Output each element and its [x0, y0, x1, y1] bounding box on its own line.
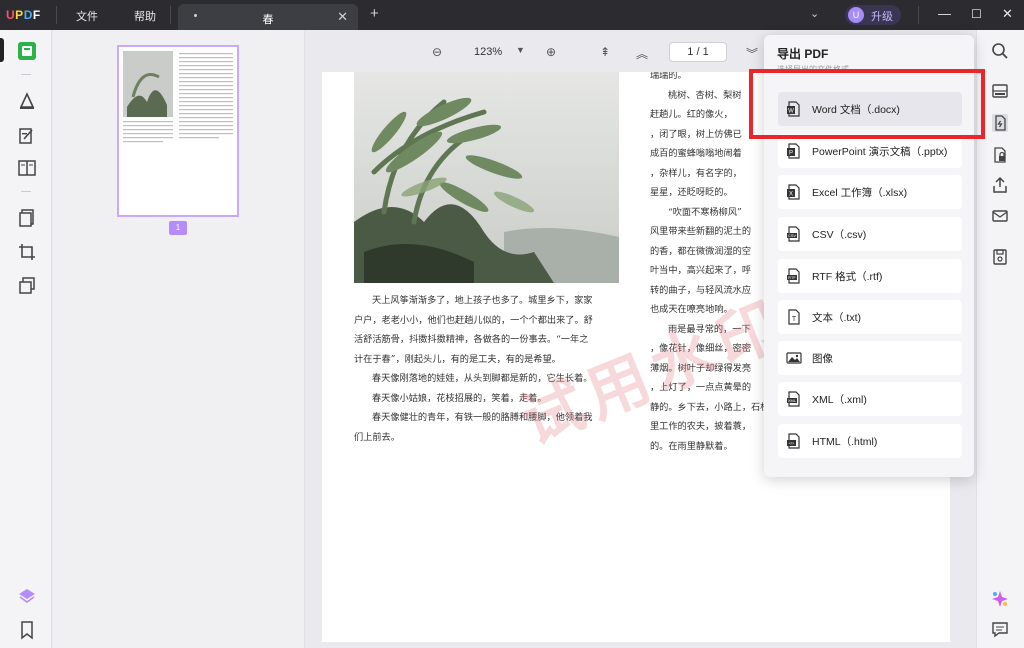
zoom-dropdown-icon[interactable]: ▼: [516, 45, 525, 55]
zoom-out-icon[interactable]: ⊖: [432, 45, 442, 59]
bookmark-icon[interactable]: [17, 620, 37, 640]
page-layout-icon[interactable]: [17, 158, 37, 178]
maximize-icon[interactable]: ☐: [971, 7, 982, 21]
batch-tool-icon[interactable]: [17, 276, 37, 296]
first-page-icon[interactable]: ⇞: [600, 45, 610, 59]
divider: [170, 6, 171, 24]
svg-text:T: T: [792, 316, 797, 323]
menu-help[interactable]: 帮助: [134, 8, 156, 24]
html-icon: </>: [787, 433, 800, 449]
avatar: U: [848, 7, 864, 23]
zoom-level[interactable]: 123%: [474, 46, 502, 58]
divider: [56, 6, 57, 24]
comment-tool-icon[interactable]: [17, 91, 37, 111]
minimize-icon[interactable]: —: [938, 6, 951, 21]
excel-icon: X: [787, 184, 800, 200]
tab-document[interactable]: 春 ✕: [178, 4, 358, 30]
export-option-rtf[interactable]: RTF RTF 格式（.rtf): [778, 259, 962, 293]
menu-file[interactable]: 文件: [76, 8, 98, 24]
export-option-csv[interactable]: CSV CSV（.csv): [778, 217, 962, 251]
close-tab-icon[interactable]: ✕: [337, 9, 348, 25]
popup-title: 导出 PDF: [777, 47, 829, 61]
ink-painting-image: [354, 72, 619, 283]
crop-page-icon[interactable]: [17, 242, 37, 262]
upgrade-button[interactable]: U 升级: [845, 5, 901, 25]
upgrade-label: 升级: [871, 11, 893, 23]
feedback-icon[interactable]: [991, 620, 1009, 638]
sidebar-toggle-handle[interactable]: [0, 38, 4, 62]
zoom-in-icon[interactable]: ⊕: [546, 45, 556, 59]
divider: [918, 6, 919, 24]
app-window: UPDF 文件 帮助 春 ✕ + ⌄ U 升级 — ☐ ✕ 1 ⊖ 123% ▼…: [0, 0, 1024, 648]
page-thumbnail[interactable]: [117, 45, 239, 217]
svg-text:XML: XML: [788, 398, 797, 403]
option-label: CSV（.csv): [812, 229, 867, 241]
protect-pdf-icon[interactable]: [991, 146, 1009, 164]
edit-pdf-icon[interactable]: [17, 126, 37, 146]
thumbnail-preview: [123, 51, 233, 143]
option-label: HTML（.html): [812, 436, 878, 448]
export-option-text[interactable]: T 文本（.txt): [778, 300, 962, 334]
share-icon[interactable]: [991, 176, 1009, 194]
image-icon: [786, 352, 802, 364]
thumbnail-panel: 1: [53, 30, 305, 648]
option-label: XML（.xml): [812, 394, 867, 406]
left-toolbar: [0, 30, 52, 648]
svg-text:CSV: CSV: [788, 233, 797, 238]
layers-icon[interactable]: [17, 586, 37, 606]
updf-logo[interactable]: UPDF: [6, 8, 41, 22]
text-file-icon: T: [788, 309, 800, 325]
export-option-html[interactable]: </> HTML（.html): [778, 424, 962, 458]
csv-icon: CSV: [787, 226, 800, 242]
export-option-xml[interactable]: XML XML（.xml): [778, 382, 962, 416]
svg-text:P: P: [789, 151, 793, 157]
title-bar: UPDF 文件 帮助 春 ✕ + ⌄ U 升级 — ☐ ✕: [0, 0, 1024, 30]
page-number-badge: 1: [169, 221, 187, 235]
ocr-icon[interactable]: [991, 82, 1009, 100]
svg-text:</>: </>: [789, 441, 795, 446]
export-pdf-icon[interactable]: [991, 114, 1009, 132]
search-icon[interactable]: [991, 42, 1009, 60]
option-label: 文本（.txt): [812, 312, 861, 324]
previous-page-icon[interactable]: ︽: [636, 45, 648, 62]
option-label: 图像: [812, 353, 833, 365]
save-icon[interactable]: [991, 248, 1009, 266]
export-option-excel[interactable]: X Excel 工作簿（.xlsx): [778, 175, 962, 209]
chevron-down-icon[interactable]: ⌄: [810, 7, 819, 20]
page-number-input[interactable]: 1 / 1: [669, 42, 727, 62]
reader-mode-icon[interactable]: [17, 41, 37, 61]
ai-assistant-icon[interactable]: [991, 590, 1009, 608]
rtf-icon: RTF: [787, 268, 800, 284]
new-tab-icon[interactable]: +: [370, 5, 379, 22]
email-icon[interactable]: [991, 207, 1009, 225]
option-label: RTF 格式（.rtf): [812, 271, 883, 283]
organize-pages-icon[interactable]: [17, 208, 37, 228]
divider: [21, 74, 31, 75]
close-window-icon[interactable]: ✕: [1002, 6, 1013, 22]
export-option-powerpoint[interactable]: P PowerPoint 演示文稿（.pptx): [778, 134, 962, 168]
text-line: 户户，老老小小，他们也赶趟儿似的，一个个都出来了。舒: [354, 314, 593, 326]
svg-text:RTF: RTF: [788, 275, 796, 280]
powerpoint-icon: P: [787, 143, 800, 159]
option-label: Excel 工作簿（.xlsx): [812, 187, 908, 199]
text-line: 天上风筝渐渐多了，地上孩子也多了。城里乡下，家家: [372, 295, 593, 306]
highlight-annotation-box: [749, 69, 985, 139]
next-page-icon[interactable]: ︾: [746, 45, 758, 62]
tab-title: 春: [262, 14, 274, 26]
xml-icon: XML: [787, 391, 800, 407]
option-label: PowerPoint 演示文稿（.pptx): [812, 146, 948, 158]
divider: [21, 191, 31, 192]
svg-text:X: X: [789, 192, 793, 198]
export-option-image[interactable]: 图像: [778, 341, 962, 375]
